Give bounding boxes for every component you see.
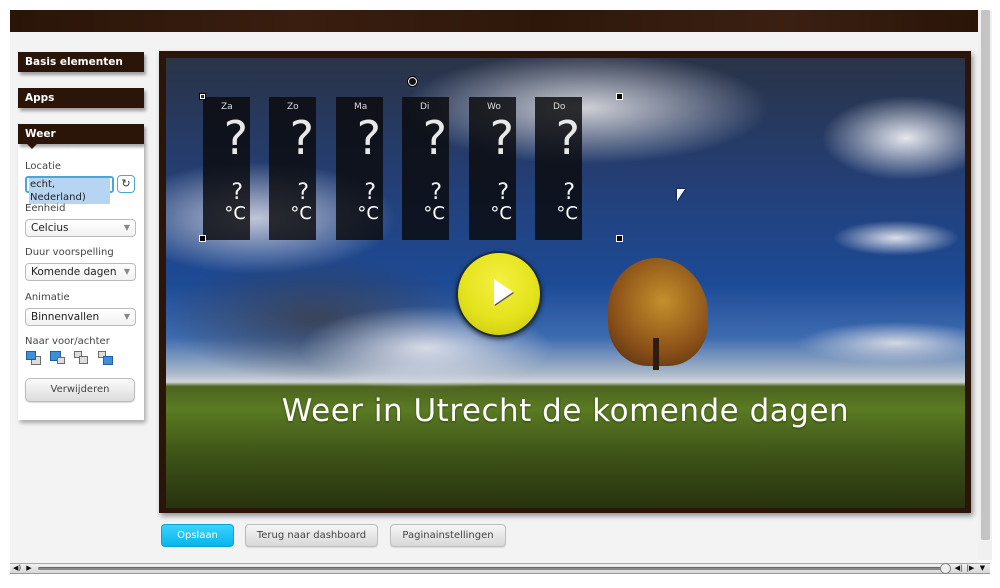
location-input[interactable]: echt, Nederland) [25,176,114,204]
play-icon [494,279,513,305]
forecast-temperature: ? [497,180,509,205]
sidebar-tab-apps[interactable]: Apps [18,88,144,108]
forecast-day-column[interactable]: Wo ? ? °C [469,97,516,240]
unit-label: Eenheid [25,203,66,214]
refresh-icon: ↻ [121,177,131,190]
bring-to-front-icon[interactable] [26,351,42,365]
forecast-day-column[interactable]: Za ? ? °C [203,97,250,240]
unit-select-value: Celcius [31,222,69,234]
active-tab-notch [26,143,38,149]
volume-icon[interactable]: ◀) [11,563,23,574]
resize-handle-bottom-left[interactable] [199,235,206,242]
duration-select[interactable]: Komende dagen ▼ [25,263,136,281]
forecast-day-column[interactable]: Do ? ? °C [535,97,582,240]
slide-canvas[interactable]: Za ? ? °C Zo ? ? °C Ma ? ? °C Di ? ? °C … [166,58,965,508]
vertical-scrollbar-thumb[interactable] [981,10,990,540]
header-bar [10,10,978,32]
send-backward-icon[interactable] [74,351,90,365]
forecast-unit: °C [423,203,445,224]
weather-icon-placeholder: ? [223,111,248,165]
forecast-day-column[interactable]: Di ? ? °C [402,97,449,240]
forecast-temperature: ? [364,180,376,205]
location-input-value: echt, Nederland) [29,178,110,204]
forecast-unit: °C [556,203,578,224]
forecast-unit: °C [224,203,246,224]
media-progress-track[interactable] [38,567,944,570]
forecast-unit: °C [490,203,512,224]
resize-handle-top-right[interactable] [616,93,623,100]
play-icon[interactable]: ▶ [24,563,34,574]
media-progress-knob[interactable] [940,563,951,574]
weather-icon-placeholder: ? [489,111,514,165]
play-button[interactable] [456,251,542,337]
previous-icon[interactable]: ◀| [953,563,964,574]
animation-label: Animatie [25,292,70,303]
save-button[interactable]: Opslaan [161,524,234,547]
tree-trunk [653,338,659,370]
chevron-down-icon: ▼ [123,267,130,276]
chevron-down-icon: ▼ [123,223,130,232]
forecast-unit: °C [290,203,312,224]
weather-icon-placeholder: ? [422,111,447,165]
forecast-temperature: ? [297,180,309,205]
page-settings-button[interactable]: Paginainstellingen [390,524,506,547]
sidebar-tab-weer-eigenschappen[interactable]: Weer eigenschappen [18,124,144,160]
bring-forward-icon[interactable] [50,351,66,365]
resize-handle-top-left[interactable] [199,93,206,100]
forecast-temperature: ? [430,180,442,205]
menu-dropdown-icon[interactable]: ▼ [977,563,988,574]
rotate-handle[interactable] [408,77,417,86]
chevron-down-icon: ▼ [123,312,130,321]
send-to-back-icon[interactable] [98,351,114,365]
resize-handle-bottom-right[interactable] [616,235,623,242]
canvas-title-text[interactable]: Weer in Utrecht de komende dagen [166,393,965,429]
weather-icon-placeholder: ? [555,111,580,165]
back-to-dashboard-button[interactable]: Terug naar dashboard [245,524,378,547]
delete-button[interactable]: Verwijderen [25,378,135,402]
location-label: Locatie [25,161,61,172]
mouse-cursor-icon [677,189,685,201]
next-icon[interactable]: |▶ [965,563,976,574]
forecast-temperature: ? [231,180,243,205]
unit-select[interactable]: Celcius ▼ [25,219,136,237]
layer-order-label: Naar voor/achter [25,336,110,347]
weather-icon-placeholder: ? [356,111,381,165]
duration-label: Duur voorspelling [25,247,114,258]
sidebar-tab-basis-elementen[interactable]: Basis elementen [18,52,144,72]
animation-select-value: Binnenvallen [31,311,100,323]
weather-icon-placeholder: ? [289,111,314,165]
forecast-day-column[interactable]: Ma ? ? °C [336,97,383,240]
duration-select-value: Komende dagen [31,266,117,278]
refresh-location-button[interactable]: ↻ [117,175,135,193]
animation-select[interactable]: Binnenvallen ▼ [25,308,136,326]
forecast-unit: °C [357,203,379,224]
forecast-day-column[interactable]: Zo ? ? °C [269,97,316,240]
forecast-temperature: ? [563,180,575,205]
